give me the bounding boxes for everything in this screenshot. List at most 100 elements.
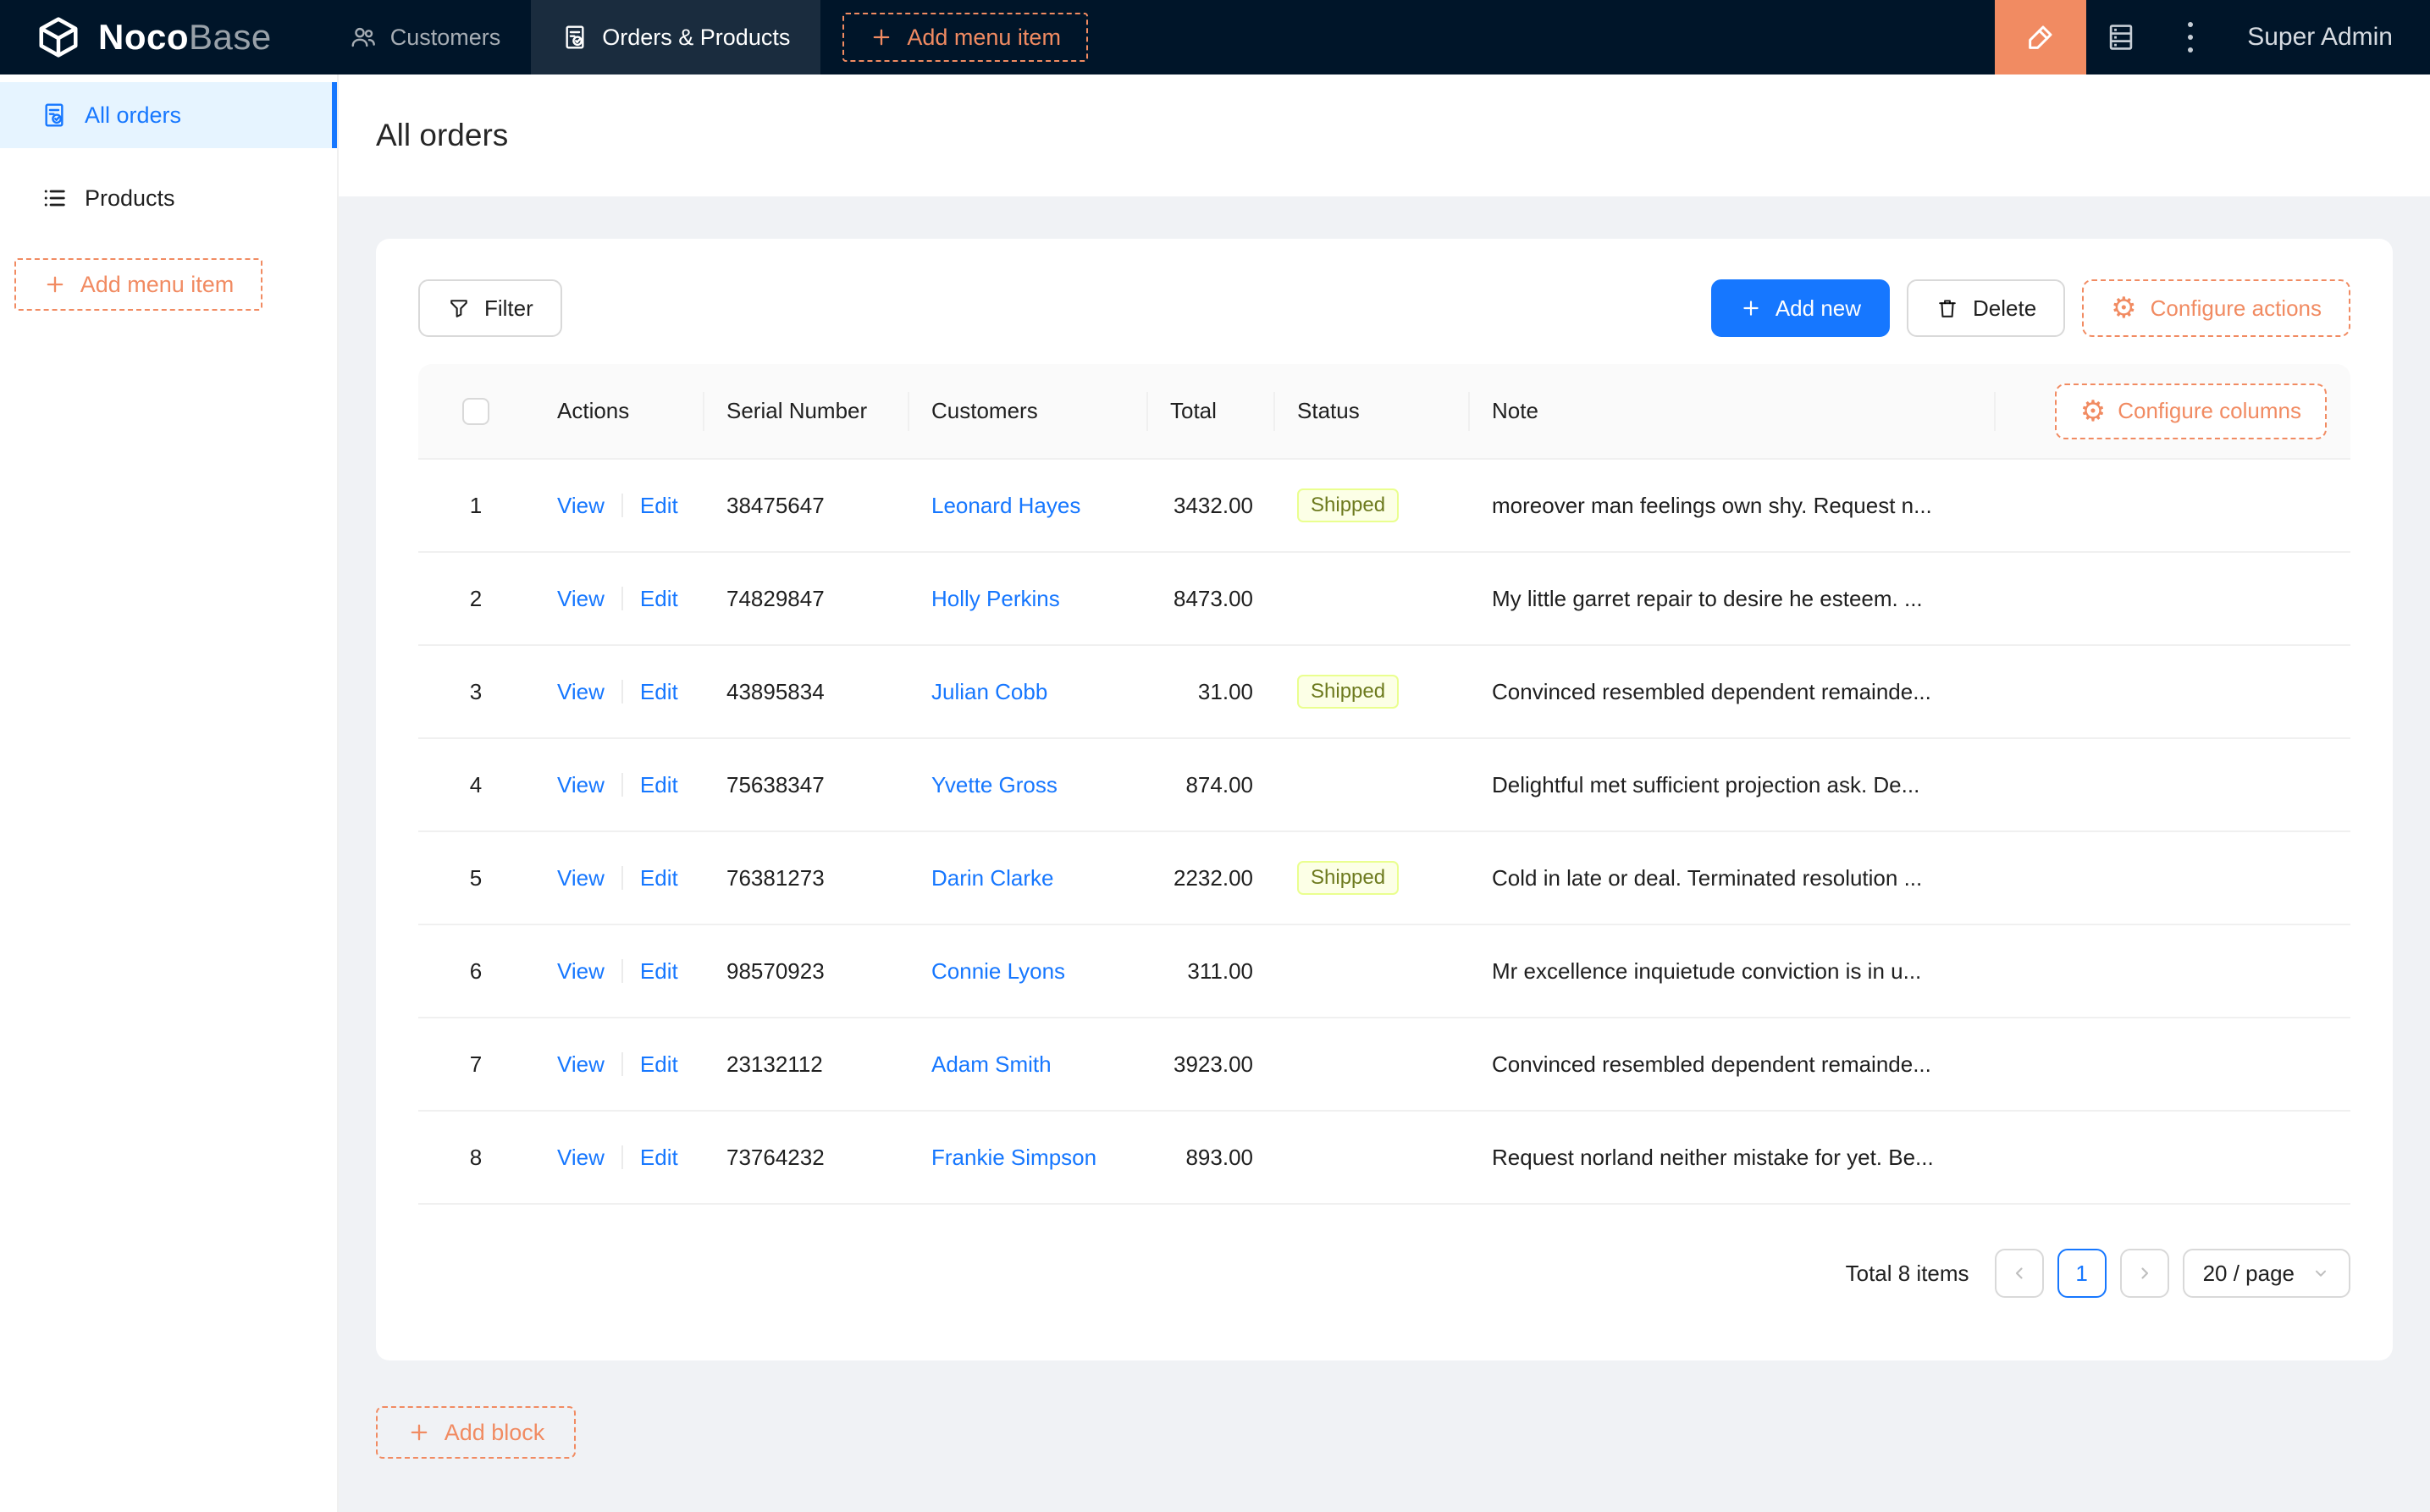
sidebar-item-label: All orders — [85, 102, 182, 128]
view-link[interactable]: View — [557, 772, 605, 797]
edit-link[interactable]: Edit — [640, 679, 678, 704]
main-area: All orders Filter Add new Delete ⚙ Confi… — [339, 74, 2430, 1512]
status-badge: Shipped — [1297, 861, 1400, 895]
action-divider — [621, 679, 623, 704]
sidebar: All orders Products Add menu item — [0, 74, 339, 1512]
configure-columns-header: ⚙ Configure columns — [1994, 364, 2350, 460]
orders-icon — [561, 24, 588, 51]
table-row: 8 View Edit 73764232 Frankie Simpson 893.… — [418, 1111, 2350, 1205]
view-link[interactable]: View — [557, 958, 605, 984]
logo-text: NocoBase — [98, 17, 272, 57]
view-link[interactable]: View — [557, 679, 605, 704]
nav-item-orders-products[interactable]: Orders & Products — [531, 0, 821, 74]
customer-link[interactable]: Frankie Simpson — [931, 1145, 1096, 1170]
more-menu-button[interactable] — [2156, 0, 2225, 74]
select-all-checkbox[interactable] — [462, 398, 489, 426]
customer-link[interactable]: Leonard Hayes — [931, 493, 1080, 518]
plus-icon — [870, 25, 893, 49]
view-link[interactable]: View — [557, 865, 605, 891]
plus-icon — [407, 1421, 431, 1444]
note-cell: My little garret repair to desire he est… — [1468, 552, 1994, 646]
actions-cell: View Edit — [533, 459, 703, 553]
actions-cell: View Edit — [533, 831, 703, 925]
serial-cell: 74829847 — [703, 552, 908, 646]
edit-link[interactable]: Edit — [640, 958, 678, 984]
customer-link[interactable]: Holly Perkins — [931, 586, 1060, 611]
row-index: 3 — [418, 645, 533, 739]
customer-cell: Yvette Gross — [908, 738, 1146, 832]
status-cell: Shipped — [1273, 459, 1468, 553]
app-logo[interactable]: NocoBase — [0, 0, 319, 74]
edit-link[interactable]: Edit — [640, 772, 678, 797]
note-cell: Cold in late or deal. Terminated resolut… — [1468, 831, 1994, 925]
add-block-label: Add block — [444, 1419, 545, 1445]
status-cell: Shipped — [1273, 831, 1468, 925]
add-new-button[interactable]: Add new — [1710, 279, 1891, 337]
edit-link[interactable]: Edit — [640, 1051, 678, 1077]
list-icon — [41, 185, 68, 212]
next-page-button[interactable] — [2119, 1249, 2169, 1298]
customer-link[interactable]: Adam Smith — [931, 1051, 1052, 1077]
column-header-serial-number: Serial Number — [703, 364, 908, 460]
kebab-icon — [2188, 22, 2194, 52]
content-area: Filter Add new Delete ⚙ Configure action… — [339, 196, 2430, 1512]
customer-link[interactable]: Julian Cobb — [931, 679, 1047, 704]
view-link[interactable]: View — [557, 1145, 605, 1170]
table-row: 2 View Edit 74829847 Holly Perkins 8473.0… — [418, 552, 2350, 646]
empty-cell — [1994, 552, 2350, 646]
ui-editor-button[interactable] — [1995, 0, 2087, 74]
view-link[interactable]: View — [557, 493, 605, 518]
filter-button[interactable]: Filter — [418, 279, 562, 337]
row-index: 6 — [418, 924, 533, 1018]
delete-label: Delete — [1973, 295, 2037, 321]
current-user[interactable]: Super Admin — [2225, 0, 2430, 74]
top-navbar: NocoBase Customers Orders & Products Add… — [0, 0, 2430, 74]
logo-cube-icon — [36, 14, 81, 60]
chevron-down-icon — [2311, 1264, 2330, 1283]
delete-button[interactable]: Delete — [1907, 279, 2066, 337]
action-divider — [621, 493, 623, 517]
nav-item-customers[interactable]: Customers — [319, 0, 532, 74]
empty-cell — [1994, 738, 2350, 832]
edit-link[interactable]: Edit — [640, 586, 678, 611]
nav-item-label: Customers — [389, 24, 501, 50]
page-title: All orders — [376, 118, 509, 152]
status-cell: Shipped — [1273, 645, 1468, 739]
sidebar-item-all-orders[interactable]: All orders — [0, 82, 337, 148]
configure-columns-button[interactable]: ⚙ Configure columns — [2054, 383, 2327, 439]
edit-link[interactable]: Edit — [640, 493, 678, 518]
add-block-button[interactable]: Add block — [376, 1406, 576, 1459]
previous-page-button[interactable] — [1994, 1249, 2044, 1298]
sidebar-add-menu-item-button[interactable]: Add menu item — [14, 258, 262, 311]
orders-table-block: Filter Add new Delete ⚙ Configure action… — [376, 239, 2393, 1360]
view-link[interactable]: View — [557, 1051, 605, 1077]
page-size-select[interactable]: 20 / page — [2182, 1249, 2350, 1298]
view-link[interactable]: View — [557, 586, 605, 611]
action-divider — [621, 1051, 623, 1076]
top-add-menu-item-button[interactable]: Add menu item — [842, 13, 1088, 62]
note-cell: Delightful met sufficient projection ask… — [1468, 738, 1994, 832]
customer-link[interactable]: Darin Clarke — [931, 865, 1054, 891]
table-row: 7 View Edit 23132112 Adam Smith 3923.00 C… — [418, 1018, 2350, 1112]
column-header-status: Status — [1273, 364, 1468, 460]
customer-link[interactable]: Connie Lyons — [931, 958, 1065, 984]
row-index: 4 — [418, 738, 533, 832]
sidebar-item-products[interactable]: Products — [0, 165, 337, 231]
customer-link[interactable]: Yvette Gross — [931, 772, 1058, 797]
trash-icon — [1936, 296, 1959, 320]
status-cell — [1273, 552, 1468, 646]
edit-link[interactable]: Edit — [640, 865, 678, 891]
page-number-1[interactable]: 1 — [2057, 1249, 2107, 1298]
note-cell: Mr excellence inquietude conviction is i… — [1468, 924, 1994, 1018]
edit-link[interactable]: Edit — [640, 1145, 678, 1170]
column-header-note: Note — [1468, 364, 1994, 460]
configure-actions-label: Configure actions — [2150, 295, 2322, 321]
database-button[interactable] — [2086, 0, 2156, 74]
empty-cell — [1994, 1111, 2350, 1205]
table-row: 1 View Edit 38475647 Leonard Hayes 3432.0… — [418, 459, 2350, 553]
configure-actions-button[interactable]: ⚙ Configure actions — [2082, 279, 2350, 337]
action-divider — [621, 865, 623, 890]
total-cell: 3432.00 — [1146, 459, 1273, 553]
serial-cell: 98570923 — [703, 924, 908, 1018]
customers-icon — [350, 24, 377, 51]
